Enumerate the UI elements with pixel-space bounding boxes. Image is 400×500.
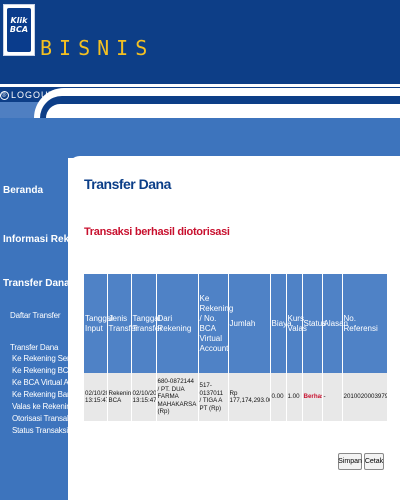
col-header-dari-rekening: Dari Rekening [156,274,199,373]
col-header-alasan: Alasan [322,274,348,373]
cell-kurs-valas: 1.00 [286,373,303,421]
cell-alasan: - [322,373,343,421]
sidebar-item-ke-rekening-bank-lain[interactable]: Ke Rekening Bank Lain [12,390,92,399]
cell-dari-rekening: 680-0872144 / PT. DUA FARMA MAHAKARSA (R… [156,373,199,421]
col-header-jumlah: Jumlah [228,274,271,373]
col-header-tanggal-input: Tanggal Input [84,274,113,373]
logout-label: LOGOUT [11,90,56,100]
logo-text-klik: Klik [10,16,28,25]
cell-no-referensi: 20100200039791 [342,373,388,421]
col-header-jenis-transfer: Jenis Transfer [107,274,138,373]
cell-jumlah: Rp 177,174,293.00 [228,373,271,421]
save-button[interactable]: Simpan [338,453,362,470]
sidebar-group-transfer-dana[interactable]: Transfer Dana [10,343,58,352]
sidebar-item-ke-rekening-bca-lain[interactable]: Ke Rekening BCA Lain [12,366,90,375]
sidebar-item-transfer-dana[interactable]: Transfer Dana [3,278,70,289]
sidebar-item-beranda[interactable]: Beranda [3,185,43,196]
sidebar-item-valas-ke-rekening-bank[interactable]: Valas ke Rekening Bank [12,402,94,411]
sidebar-item-ke-rekening-sendiri[interactable]: Ke Rekening Sendiri [12,354,81,363]
logo-text-bca: BCA [9,25,29,34]
sidebar-item-informasi-rekening[interactable]: Informasi Rekening [3,234,96,245]
logout-icon: ◎ [0,90,9,100]
sidebar-item-status-transaksi[interactable]: Status Transaksi [12,426,68,435]
table-row: 02/10/2020 13:15:47 Rekening BCA 02/10/2… [84,373,388,421]
cell-ke-rekening: 517-0137011 / TIGA A PT (Rp) [198,373,229,421]
header-curve-3 [46,104,400,118]
top-header: Klik BCA BISNIS [0,0,400,84]
col-header-status: Status [302,274,326,373]
col-header-tanggal-transfer: Tanggal Transfer [131,274,162,373]
col-header-kurs-valas: Kurs Valas [286,274,307,373]
cell-status: Berhasil [302,373,323,421]
cell-tanggal-transfer: 02/10/2020 13:15:47 [131,373,157,421]
sidebar-item-ke-bca-virtual-account[interactable]: Ke BCA Virtual Account [12,378,91,387]
col-header-ke-rekening: Ke Rekening / No. BCA Virtual Account [198,274,233,373]
cell-biaya: 0.00 [270,373,287,421]
cell-jenis-transfer: Rekening BCA [107,373,132,421]
logout-button[interactable]: ◎ LOGOUT [0,89,55,101]
sidebar-item-otorisasi-transaksi[interactable]: Otorisasi Transaksi [12,414,76,423]
transfer-result-table: Tanggal Input Jenis Transfer Tanggal Tra… [84,274,388,421]
brand-title: BISNIS [40,36,155,60]
col-header-biaya: Biaya [270,274,292,373]
success-message: Transaksi berhasil diotorisasi [84,226,230,238]
col-header-no-referensi: No. Referensi [342,274,388,373]
print-button[interactable]: Cetak [364,453,384,470]
logo-mark: Klik BCA [7,8,31,52]
cell-tanggal-input: 02/10/2020 13:15:47 [84,373,108,421]
klikbca-logo: Klik BCA [3,4,35,56]
sidebar-item-daftar-transfer[interactable]: Daftar Transfer [10,311,61,320]
page-title: Transfer Dana [84,176,171,192]
table-header-row: Tanggal Input Jenis Transfer Tanggal Tra… [84,274,388,373]
sidebar [0,118,68,500]
